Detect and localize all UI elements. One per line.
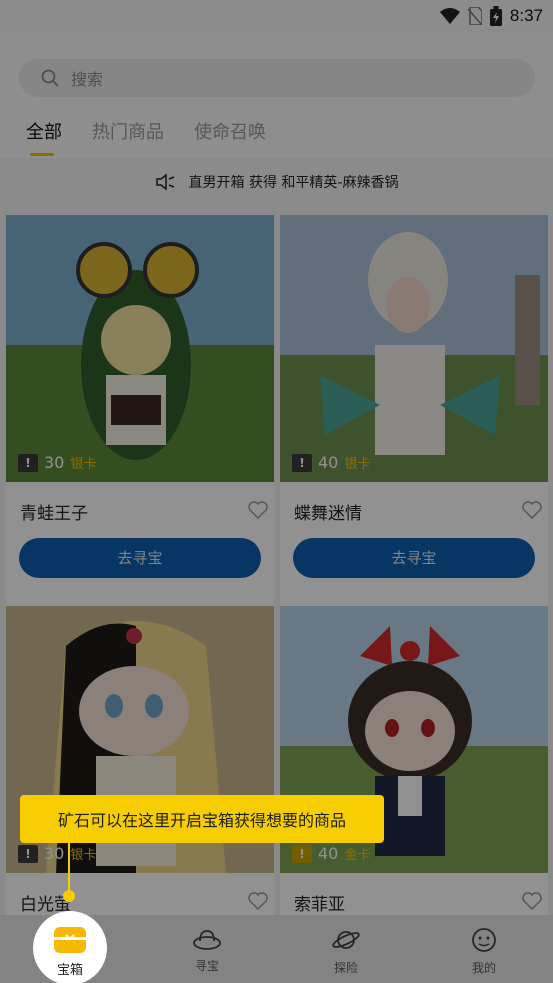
search-icon [41, 69, 59, 87]
price-tag: ! 30 银卡 [18, 844, 96, 863]
ticker-text: 直男开箱 获得 和平精英-麻辣香锅 [188, 175, 399, 191]
price-unit: 银卡 [70, 457, 97, 472]
go-hunt-button[interactable]: 去寻宝 [19, 538, 261, 578]
tab-bar-label: 我的 [471, 961, 496, 975]
announcement-ticker: 直男开箱 获得 和平精英-麻辣香锅 [0, 160, 553, 204]
price-value: 40 [318, 453, 339, 472]
price-value: 30 [44, 844, 65, 863]
tab-bar-label: 宝箱 [56, 963, 83, 978]
tab-bar-label: 寻宝 [194, 959, 219, 973]
heart-icon[interactable] [248, 501, 268, 519]
price-value: 40 [318, 844, 339, 863]
wifi-icon [439, 8, 460, 24]
ore-icon: ! [18, 844, 38, 863]
ore-icon: ! [292, 453, 312, 472]
product-image[interactable]: ! 30 银卡 [6, 215, 274, 482]
price-value: 30 [44, 453, 65, 472]
tab-all[interactable]: 全部 [26, 118, 62, 156]
price-tag: ! 40 金卡 [292, 844, 370, 863]
no-sim-icon [467, 7, 482, 25]
search-input[interactable]: 搜索 [71, 66, 103, 90]
price-unit: 银卡 [70, 848, 97, 863]
guide-pointer-dot [63, 890, 75, 902]
status-time: 8:37 [509, 6, 543, 25]
tab-bar-item-treasure-box[interactable]: 宝箱 [33, 911, 107, 983]
header: 搜索 全部 热门商品 使命召唤 [0, 32, 553, 158]
speaker-icon [155, 173, 174, 191]
price-unit: 金卡 [344, 848, 371, 863]
go-hunt-button[interactable]: 去寻宝 [293, 538, 535, 578]
heart-icon[interactable] [522, 501, 542, 519]
product-name: 蝶舞迷情 [294, 504, 362, 524]
tab-call-of-duty[interactable]: 使命召唤 [194, 118, 266, 150]
battery-charging-icon [489, 6, 502, 26]
price-tag: ! 30 银卡 [18, 453, 96, 472]
gold-ingot-icon [193, 930, 221, 950]
search-bar[interactable]: 搜索 [19, 59, 535, 97]
heart-icon[interactable] [522, 892, 542, 910]
status-bar: 8:37 [0, 0, 553, 32]
tab-bar-item-explore[interactable]: 探险 [306, 927, 386, 976]
treasure-box-icon [54, 927, 86, 953]
tab-bar-item-mine[interactable]: 我的 [444, 927, 524, 976]
tab-bar-label: 探险 [333, 961, 358, 975]
tab-hot-products[interactable]: 热门商品 [92, 118, 164, 150]
product-card[interactable]: ! 30 银卡 青蛙王子 去寻宝 [6, 215, 274, 615]
product-image[interactable]: ! 40 银卡 [280, 215, 548, 482]
planet-icon [332, 931, 360, 949]
product-name: 青蛙王子 [20, 504, 88, 524]
status-icons: 8:37 [439, 6, 543, 26]
product-card[interactable]: ! 40 银卡 蝶舞迷情 去寻宝 [280, 215, 548, 615]
product-name: 索菲亚 [294, 895, 345, 915]
tab-bar-item-treasure-hunt[interactable]: 寻宝 [167, 927, 247, 974]
guide-tooltip-text: 矿石可以在这里开启宝箱获得想要的商品 [57, 811, 346, 830]
guide-pointer-line [68, 843, 70, 895]
ore-icon: ! [292, 844, 312, 863]
category-tabs: 全部 热门商品 使命召唤 [26, 118, 266, 156]
heart-icon[interactable] [248, 892, 268, 910]
guide-tooltip: 矿石可以在这里开启宝箱获得想要的商品 [20, 795, 384, 843]
price-tag: ! 40 银卡 [292, 453, 370, 472]
price-unit: 银卡 [344, 457, 371, 472]
ore-icon: ! [18, 453, 38, 472]
profile-icon [472, 928, 496, 952]
